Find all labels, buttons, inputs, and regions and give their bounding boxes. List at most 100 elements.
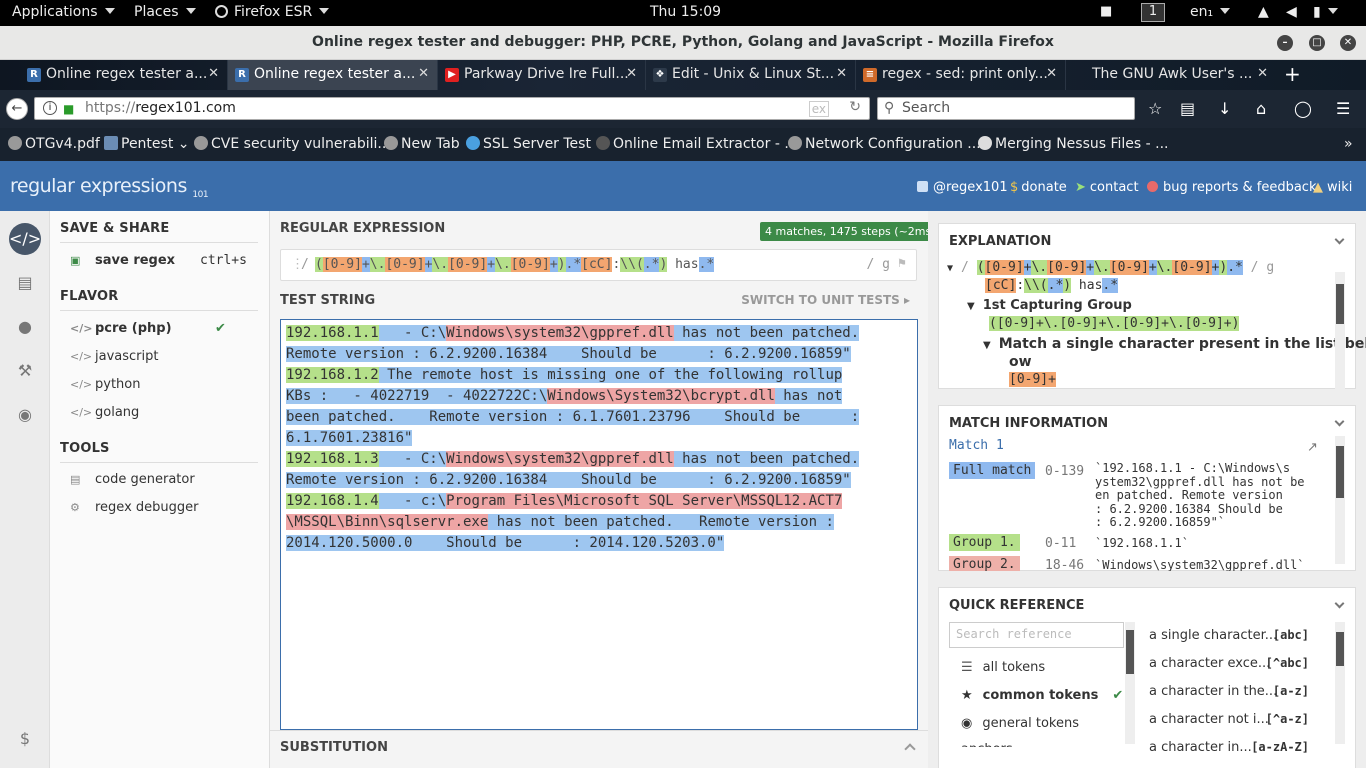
places-menu[interactable]: Places [134,4,196,20]
bookmark-cve[interactable]: CVE security vulnerabili... [194,136,391,152]
reader-icon[interactable]: ex [808,101,829,117]
match-info-title: MATCH INFORMATION [949,416,1109,431]
pocket-icon[interactable]: ◯ [1294,99,1312,118]
test-string-editor[interactable]: 192.168.1.1 - C:\Windows\system32\gppref… [280,319,918,730]
tab-close-icon[interactable]: ✕ [1046,66,1057,81]
workspace-indicator[interactable]: 1 [1141,3,1165,22]
close-window-button[interactable]: ✕ [1340,35,1356,51]
editor-code-icon[interactable]: </> [9,223,41,255]
bookmark-star-icon[interactable]: ☆ [1148,99,1162,118]
group-match-highlight: 192.168.1.2 [286,367,379,383]
bookmarks-overflow-icon[interactable]: » [1344,136,1353,152]
firefox-app-menu[interactable]: Firefox ESR [215,4,330,20]
tab-unix-stackexchange[interactable]: ❖ Edit - Unix & Linux St... ✕ [646,60,856,90]
reference-scrollbar[interactable] [1335,622,1345,744]
clock[interactable]: Thu 15:09 [650,4,721,20]
back-button[interactable]: ← [6,98,28,120]
new-tab-button[interactable]: + [1284,62,1301,86]
ref-item[interactable]: a single character... [abc] [1149,628,1309,643]
regex-token: [0-9] [385,257,425,272]
tab-stackoverflow[interactable]: ≡ regex - sed: print only... ✕ [856,60,1066,90]
bookmark-merging-nessus[interactable]: Merging Nessus Files - ... [978,136,1169,152]
tab-close-icon[interactable]: ✕ [836,66,847,81]
ref-item[interactable]: a character in the... [a-z] [1149,684,1309,699]
category-all-tokens[interactable]: ☰ all tokens [961,660,1045,675]
bug-reports-link[interactable]: bug reports & feedback [1147,180,1316,195]
flag-icon[interactable]: ⚑ [898,256,906,271]
home-icon[interactable]: ⌂ [1256,99,1266,118]
regex-flags[interactable]: / g [867,257,890,272]
reference-search-input[interactable]: Search reference [949,622,1124,648]
menu-icon[interactable]: ☰ [1336,99,1350,118]
tab-close-icon[interactable]: ✕ [626,66,637,81]
tab-close-icon[interactable]: ✕ [208,66,219,81]
ref-item[interactable]: a character in... [a-zA-Z] [1149,740,1309,755]
regex-input[interactable]: ⋮ / ([0-9]+\.[0-9]+\.[0-9]+\.[0-9]+).*[c… [280,249,917,281]
capturing-group-node[interactable]: ▼ 1st Capturing Group [967,298,1132,313]
ref-item[interactable]: a character not i... [^a-z] [1149,712,1309,727]
match-highlight: has not [774,388,843,404]
match-single-node[interactable]: ▼ Match a single character present in the… [983,336,1366,352]
tab-close-icon[interactable]: ✕ [418,66,429,81]
minimize-button[interactable]: – [1277,35,1293,51]
chevron-down-icon[interactable] [1334,598,1345,609]
twitter-link[interactable]: @regex101 [917,180,1008,195]
substitution-title[interactable]: SUBSTITUTION [280,740,388,755]
maximize-button[interactable]: □ [1309,35,1325,51]
flavor-pcre[interactable]: </> pcre (php) ✔ [70,321,226,336]
category-general-tokens[interactable]: ◉ general tokens [961,716,1079,731]
contact-link[interactable]: ➤ contact [1075,180,1139,195]
flavor-golang[interactable]: </> golang [70,405,139,420]
switch-unit-tests-link[interactable]: SWITCH TO UNIT TESTS ▸ [741,293,910,307]
keyboard-layout[interactable]: en₁ [1190,4,1231,20]
ref-item[interactable]: a character exce... [^abc] [1149,656,1309,671]
reload-icon[interactable]: ↻ [849,99,861,115]
lock-icon[interactable]: ■ [63,102,74,116]
bookmark-ssl-test[interactable]: SSL Server Test [466,136,591,152]
regex-debugger-link[interactable]: ⚙ regex debugger [70,500,199,515]
applications-menu[interactable]: Applications [12,4,115,20]
camera-icon[interactable]: ■ [1100,4,1112,19]
category-anchors-clipped[interactable]: anchors [961,742,1121,747]
chevron-down-icon[interactable] [1334,416,1345,427]
search-box[interactable]: ⚲ Search [877,97,1135,120]
tab-regex101-1[interactable]: R Online regex tester a... ✕ [20,60,228,90]
donate-link[interactable]: $ donate [1010,180,1067,195]
donate-dollar-icon[interactable]: $ [9,723,41,755]
group2-match-highlight: Program Files\Microsoft SQL Server\MSSQL… [446,493,843,509]
match-info-scrollbar[interactable] [1335,436,1345,564]
tab-gnu-awk[interactable]: The GNU Awk User's ... ✕ [1066,60,1276,90]
tab-regex101-2[interactable]: R Online regex tester a... ✕ [228,60,438,90]
tab-youtube[interactable]: ▶ Parkway Drive Ire Full... ✕ [438,60,646,90]
flavor-javascript[interactable]: </> javascript [70,349,158,364]
site-logo[interactable]: regular expressions 101 [10,175,209,200]
categories-scrollbar[interactable] [1125,622,1135,744]
chevron-down-icon[interactable] [1334,234,1345,245]
bookmark-otg[interactable]: OTGv4.pdf [8,136,100,152]
url-bar[interactable]: i ■ https://regex101.com ex ↻ [34,97,870,120]
export-icon[interactable]: ↗ [1307,440,1318,455]
bookmark-email-extractor[interactable]: Online Email Extractor - ... [596,136,798,152]
bookmark-new-tab[interactable]: New Tab [384,136,460,152]
settings-wrench-icon[interactable]: ⚒ [9,355,41,387]
bookmark-pentest-folder[interactable]: Pentest ⌄ [104,136,190,152]
explanation-scrollbar[interactable] [1335,272,1345,396]
code-generator-link[interactable]: ▤ code generator [70,472,195,487]
info-icon[interactable]: i [43,101,57,115]
flavor-python[interactable]: </> python [70,377,140,392]
collapse-chevron-icon[interactable] [904,743,916,755]
wifi-icon[interactable]: ▲ [1258,4,1269,20]
category-common-tokens[interactable]: ★ common tokens ✔ [961,688,1123,703]
account-user-icon[interactable]: ● [9,311,41,343]
downloads-icon[interactable]: ↓ [1218,99,1231,118]
library-book-icon[interactable]: ▤ [9,267,41,299]
library-icon[interactable]: ▤ [1180,99,1195,118]
battery-icon[interactable]: ▮ [1313,4,1338,20]
volume-icon[interactable]: ◀ [1286,4,1297,20]
chat-icon[interactable]: ◉ [9,399,41,431]
bookmark-network-config[interactable]: Network Configuration ... [788,136,981,152]
group-expression: ([0-9]+\.[0-9]+\.[0-9]+\.[0-9]+) [989,316,1240,331]
save-regex-button[interactable]: ▣ save regex ctrl+s [70,253,247,268]
wiki-link[interactable]: ▲ wiki [1313,180,1352,195]
tab-close-icon[interactable]: ✕ [1257,66,1268,81]
